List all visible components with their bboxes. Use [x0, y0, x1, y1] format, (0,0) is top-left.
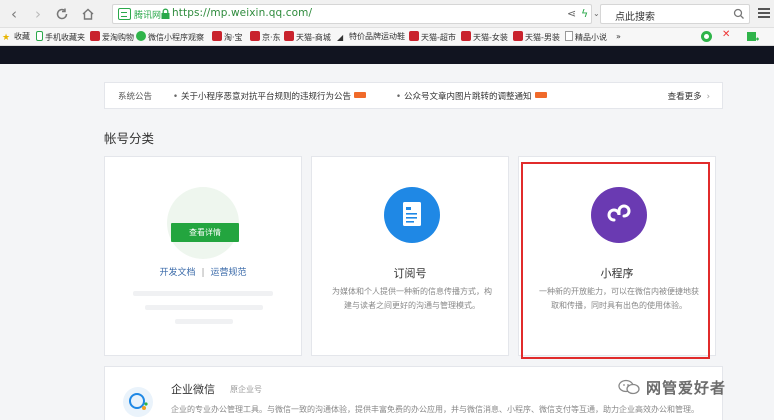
address-bar[interactable]: 腾讯网 https://mp.weixin.qq.com/ ⋖ ϟ ⌄: [112, 4, 600, 24]
red-square-icon: [409, 31, 419, 41]
subscription-icon: [384, 187, 440, 243]
announcement-item[interactable]: • 公众号文章内图片跳转的调整通知: [396, 90, 547, 102]
red-square-icon: [461, 31, 471, 41]
red-square-icon: [284, 31, 294, 41]
bookmark-item[interactable]: 天猫-超市: [409, 31, 456, 44]
chevron-right-icon: ›: [706, 92, 710, 102]
page-icon: [565, 31, 573, 41]
bookmark-item[interactable]: 京·东: [250, 31, 281, 44]
bookmark-item[interactable]: ★ 收藏: [2, 31, 30, 43]
highlight-annotation: [521, 162, 710, 359]
bookmark-item[interactable]: 淘·宝: [212, 31, 243, 44]
star-icon: ★: [2, 33, 11, 43]
bookmarks-bar: ★ 收藏 手机收藏夹 爱淘购物 微信小程序观察 淘·宝 京·东 天猫-商城 ◢ 特价…: [0, 28, 774, 46]
bookmark-item[interactable]: 爱淘购物: [90, 31, 134, 44]
lightning-icon[interactable]: ϟ: [581, 7, 588, 20]
site-header: [0, 46, 774, 64]
green-circle-icon: [136, 31, 146, 41]
bookmark-item[interactable]: 微信小程序观察: [136, 31, 204, 44]
bookmark-item[interactable]: 天猫-男装: [513, 31, 560, 44]
faded-text-line: [175, 319, 233, 324]
announcement-bar: 系统公告 • 关于小程序恶意对抗平台规则的违规行为公告 • 公众号文章内图片跳转的调…: [104, 82, 723, 109]
subscription-title: 订阅号: [393, 267, 427, 280]
bookmark-item[interactable]: ◢ 特价品牌运动鞋: [337, 31, 405, 43]
extension-icon[interactable]: [700, 30, 713, 43]
menu-icon[interactable]: [758, 8, 770, 20]
card-links: 开发文档 | 运营规范: [105, 265, 301, 278]
red-square-icon: [90, 31, 100, 41]
browser-toolbar: ‹ › 腾讯网 https://mp.weixin.qq.com/ ⋖ ϟ ⌄ …: [0, 0, 774, 28]
back-icon[interactable]: ‹: [4, 4, 24, 24]
browser-window: ‹ › 腾讯网 https://mp.weixin.qq.com/ ⋖ ϟ ⌄ …: [0, 0, 774, 420]
share-icon[interactable]: ⋖: [567, 7, 576, 20]
red-square-icon: [250, 31, 260, 41]
subscription-description: 为媒体和个人提供一种新的信息传播方式，构建与读者之间更好的沟通与管理模式。: [332, 287, 492, 310]
home-icon[interactable]: [78, 4, 98, 24]
bookmarks-overflow[interactable]: »: [616, 31, 621, 43]
shoe-icon: ◢: [337, 33, 344, 42]
bookmark-item[interactable]: 天猫-商城: [284, 31, 331, 44]
url-text: https://mp.weixin.qq.com/: [172, 7, 313, 19]
forward-icon[interactable]: ›: [28, 4, 48, 24]
enterprise-wechat-icon: [123, 387, 153, 417]
reload-icon[interactable]: [52, 4, 72, 24]
red-square-icon: [513, 31, 523, 41]
ops-rules-link[interactable]: 运营规范: [211, 268, 247, 278]
red-square-icon: [212, 31, 222, 41]
faded-text-line: [133, 291, 273, 296]
trusted-site-label: 腾讯网: [134, 11, 162, 21]
search-input[interactable]: 点此搜索: [615, 8, 655, 23]
enterprise-subtitle: 原企业号: [230, 385, 262, 394]
wechat-icon: [618, 379, 640, 395]
trusted-site-icon: [118, 8, 131, 20]
document-icon: [403, 202, 421, 226]
watermark: 网管爱好者: [618, 376, 774, 398]
faded-text-line: [145, 305, 263, 310]
new-badge: [354, 92, 367, 98]
bookmark-item[interactable]: 精品小说: [565, 31, 607, 44]
link-separator: |: [201, 268, 205, 278]
search-icon[interactable]: [733, 8, 745, 20]
bookmark-item[interactable]: 手机收藏夹: [36, 31, 85, 44]
service-account-card[interactable]: 查看详情 开发文档 | 运营规范: [104, 156, 302, 356]
view-details-button[interactable]: 查看详情: [171, 223, 239, 242]
watermark-text: 网管爱好者: [646, 379, 727, 397]
announcement-item[interactable]: • 关于小程序恶意对抗平台规则的违规行为公告: [173, 90, 367, 102]
bookmark-item[interactable]: 天猫-女装: [461, 31, 508, 44]
announcement-title: 系统公告: [118, 92, 153, 102]
search-box[interactable]: 点此搜索: [600, 4, 750, 24]
dev-docs-link[interactable]: 开发文档: [159, 268, 195, 278]
lock-icon: [161, 8, 170, 19]
view-more-link[interactable]: 查看更多 ›: [668, 90, 710, 102]
close-tools-icon[interactable]: ✕: [722, 29, 730, 41]
download-icon[interactable]: [746, 30, 759, 43]
enterprise-description: 企业的专业办公管理工具。与微信一致的沟通体验，提供丰富免费的办公应用，并与微信消…: [171, 405, 699, 414]
enterprise-title: 企业微信: [171, 383, 215, 396]
section-title: 帐号分类: [104, 131, 155, 146]
dropdown-icon[interactable]: ⌄: [593, 9, 600, 18]
subscription-account-card[interactable]: 订阅号 为媒体和个人提供一种新的信息传播方式，构建与读者之间更好的沟通与管理模式…: [311, 156, 509, 356]
phone-icon: [36, 31, 43, 41]
new-badge: [534, 92, 547, 98]
